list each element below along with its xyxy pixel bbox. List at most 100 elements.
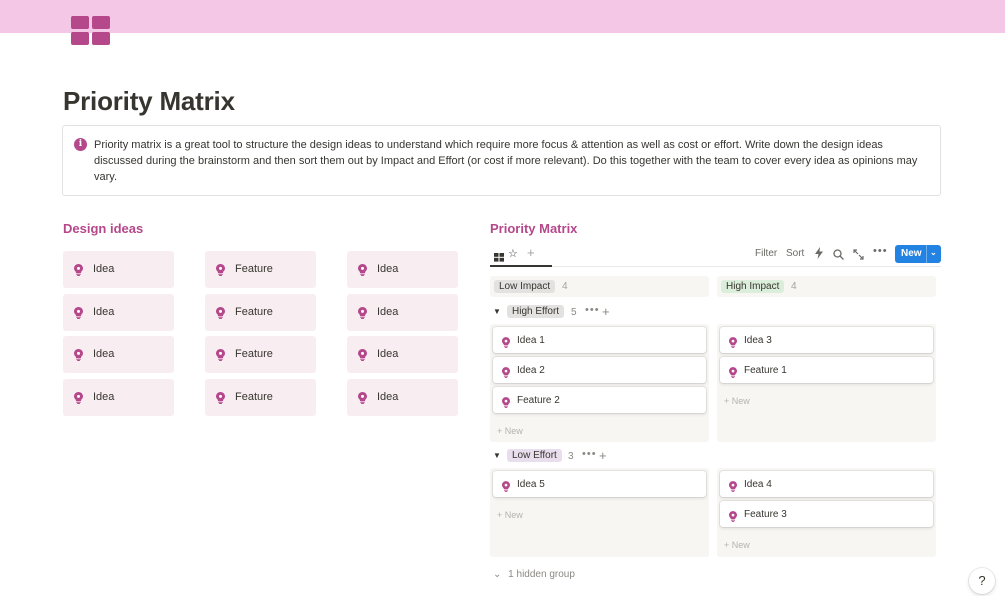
- idea-card[interactable]: Idea: [63, 336, 174, 373]
- idea-card[interactable]: Idea: [347, 379, 458, 416]
- group-low-effort[interactable]: ▼ Low Effort 3 ••• +: [490, 448, 630, 466]
- expand-icon[interactable]: [853, 247, 864, 265]
- column-high-impact[interactable]: High Impact 4: [717, 276, 936, 297]
- lightbulb-icon: [502, 479, 510, 492]
- board-card-label: Idea 2: [517, 365, 545, 376]
- board-card[interactable]: Idea 4: [720, 471, 933, 497]
- magnifier-icon: [833, 249, 844, 260]
- idea-card[interactable]: Idea: [347, 336, 458, 373]
- board-card-label: Feature 1: [744, 365, 787, 376]
- lightbulb-icon: [74, 349, 83, 361]
- hidden-group-label: 1 hidden group: [508, 569, 575, 580]
- filter-button[interactable]: Filter: [755, 248, 777, 259]
- idea-card[interactable]: Feature: [205, 379, 316, 416]
- idea-card[interactable]: Idea: [63, 294, 174, 331]
- new-button-divider: [926, 245, 927, 263]
- idea-card[interactable]: Feature: [205, 294, 316, 331]
- lightbulb-icon: [216, 264, 225, 276]
- lightbulb-icon: [358, 264, 367, 276]
- add-view-icon[interactable]: +: [527, 245, 535, 260]
- lightbulb-icon: [74, 306, 83, 319]
- idea-card-label: Feature: [235, 306, 273, 318]
- board-card[interactable]: Feature 2: [493, 387, 706, 413]
- lightbulb-icon: [216, 263, 225, 276]
- collapse-triangle-icon[interactable]: ▼: [493, 451, 501, 460]
- diagonal-arrows-icon: [853, 249, 864, 260]
- lightbulb-icon: [216, 348, 225, 361]
- lightbulb-icon: [729, 365, 737, 378]
- sort-button[interactable]: Sort: [786, 248, 804, 259]
- chevron-down-icon: ⌄: [493, 569, 502, 580]
- idea-card[interactable]: Idea: [63, 251, 174, 288]
- idea-card[interactable]: Idea: [63, 379, 174, 416]
- lightbulb-icon: [74, 307, 83, 319]
- lightbulb-icon: [216, 392, 225, 404]
- lightbulb-icon: [216, 391, 225, 404]
- idea-card-label: Idea: [377, 306, 399, 318]
- lightbulb-icon: [216, 307, 225, 319]
- lane-high-effort-low-impact: Idea 1 Idea 2 Feature 2 + New: [490, 324, 709, 442]
- add-card-button[interactable]: + New: [724, 396, 750, 406]
- lightbulb-icon: [502, 395, 510, 408]
- board-card[interactable]: Feature 3: [720, 501, 933, 527]
- lightbulb-icon: [729, 509, 737, 522]
- lightbulb-icon: [729, 511, 737, 522]
- lightbulb-icon: [502, 337, 510, 348]
- add-card-button[interactable]: + New: [497, 426, 523, 436]
- board-card-label: Idea 1: [517, 335, 545, 346]
- lane-low-effort-high-impact: Idea 4 Feature 3 + New: [717, 468, 936, 557]
- lightbulb-icon: [74, 263, 83, 276]
- idea-card-label: Feature: [235, 348, 273, 360]
- add-card-button[interactable]: + New: [497, 510, 523, 520]
- idea-card[interactable]: Feature: [205, 336, 316, 373]
- lightbulb-icon: [502, 365, 510, 378]
- lightbulb-icon: [216, 349, 225, 361]
- board-view-tab[interactable]: [494, 249, 505, 262]
- add-card-button[interactable]: + New: [724, 540, 750, 550]
- board-card[interactable]: Idea 1: [493, 327, 706, 353]
- page-cover[interactable]: [0, 0, 1005, 33]
- lightbulb-icon: [729, 367, 737, 378]
- chevron-down-icon[interactable]: ⌄: [930, 248, 937, 257]
- group-high-effort[interactable]: ▼ High Effort 5 ••• +: [490, 304, 630, 322]
- priority-matrix-title[interactable]: Priority Matrix: [490, 221, 577, 236]
- group-add-icon[interactable]: +: [599, 448, 607, 463]
- tabs-divider: [490, 266, 941, 267]
- new-button[interactable]: New ⌄: [895, 245, 941, 263]
- board-card[interactable]: Feature 1: [720, 357, 933, 383]
- idea-card[interactable]: Idea: [347, 294, 458, 331]
- lightbulb-icon: [216, 306, 225, 319]
- group-options-icon[interactable]: •••: [582, 448, 597, 460]
- star-icon[interactable]: ☆: [508, 247, 518, 260]
- group-tag: Low Effort: [507, 449, 562, 462]
- board-card[interactable]: Idea 5: [493, 471, 706, 497]
- grid-icon[interactable]: [71, 16, 110, 45]
- hidden-group-toggle[interactable]: ⌄ 1 hidden group: [493, 569, 575, 580]
- group-options-icon[interactable]: •••: [585, 304, 600, 316]
- group-add-icon[interactable]: +: [602, 304, 610, 319]
- design-ideas-title[interactable]: Design ideas: [63, 221, 143, 236]
- board-card-label: Idea 5: [517, 479, 545, 490]
- lightbulb-icon: [358, 392, 367, 404]
- board-card-label: Feature 3: [744, 509, 787, 520]
- search-icon[interactable]: [833, 247, 844, 265]
- idea-card-label: Idea: [93, 306, 115, 318]
- column-low-impact[interactable]: Low Impact 4: [490, 276, 709, 297]
- column-tag: High Impact: [721, 280, 785, 293]
- help-button[interactable]: ?: [969, 568, 995, 594]
- page-title: Priority Matrix: [63, 86, 235, 116]
- lightbulb-icon: [358, 307, 367, 319]
- idea-card[interactable]: Feature: [205, 251, 316, 288]
- idea-card-label: Feature: [235, 263, 273, 275]
- idea-card-label: Idea: [377, 391, 399, 403]
- board-card[interactable]: Idea 2: [493, 357, 706, 383]
- lightbulb-icon: [729, 481, 737, 492]
- collapse-triangle-icon[interactable]: ▼: [493, 307, 501, 316]
- callout-text: Priority matrix is a great tool to struc…: [94, 139, 918, 183]
- board-card[interactable]: Idea 3: [720, 327, 933, 353]
- automation-icon[interactable]: [815, 246, 823, 264]
- more-options-icon[interactable]: •••: [873, 245, 888, 257]
- idea-card[interactable]: Idea: [347, 251, 458, 288]
- board-card-label: Idea 4: [744, 479, 772, 490]
- lightbulb-icon: [358, 348, 367, 361]
